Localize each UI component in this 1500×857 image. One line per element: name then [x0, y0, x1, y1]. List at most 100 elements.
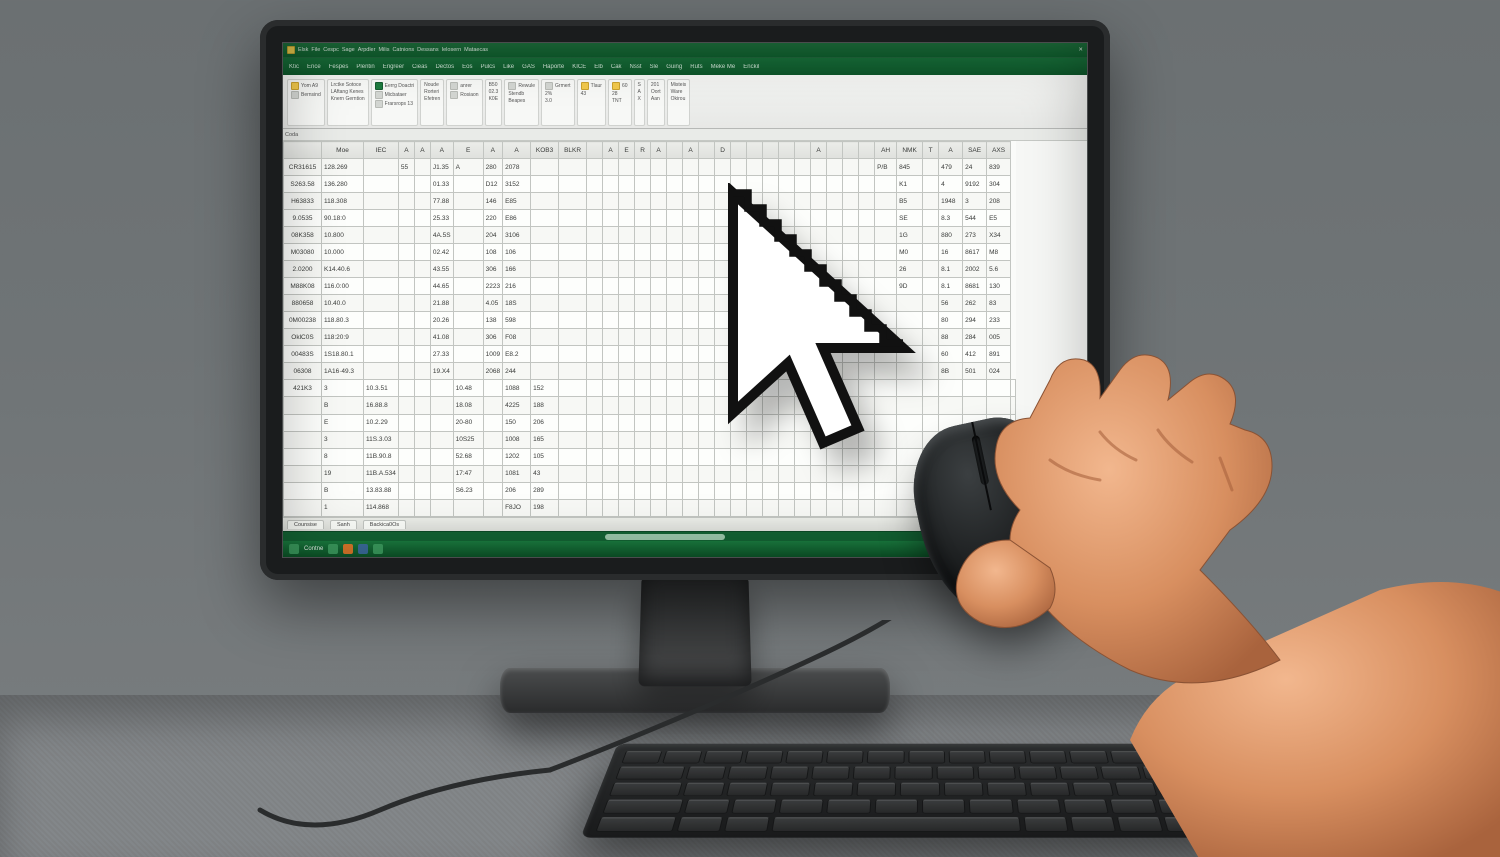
cell[interactable]: E85 — [503, 193, 531, 210]
row-header[interactable] — [284, 499, 322, 516]
cell[interactable] — [827, 295, 843, 312]
cell[interactable] — [923, 159, 939, 176]
cell[interactable] — [430, 448, 453, 465]
cell[interactable] — [619, 261, 635, 278]
cell[interactable] — [859, 227, 875, 244]
cell[interactable]: 17:47 — [453, 465, 483, 482]
cell[interactable] — [414, 193, 430, 210]
cell[interactable] — [859, 329, 875, 346]
cell[interactable] — [559, 363, 587, 380]
cell[interactable]: 5.6 — [987, 261, 1011, 278]
cell[interactable]: 880 — [939, 227, 963, 244]
cell[interactable] — [398, 312, 414, 329]
cell[interactable] — [747, 329, 763, 346]
cell[interactable]: 43 — [531, 465, 559, 482]
cell[interactable]: 8617 — [963, 244, 987, 261]
cell[interactable] — [811, 499, 827, 516]
table-row[interactable]: H63833118.30877.88146E85B519483208 — [284, 193, 1016, 210]
cell[interactable] — [779, 295, 795, 312]
cell[interactable] — [683, 431, 699, 448]
cell[interactable]: 412 — [963, 346, 987, 363]
cell[interactable] — [635, 397, 651, 414]
cell[interactable] — [619, 363, 635, 380]
title-item[interactable]: Ielosern — [442, 47, 462, 53]
cell[interactable] — [619, 346, 635, 363]
cell[interactable]: 8 — [322, 448, 364, 465]
column-header[interactable] — [795, 142, 811, 159]
cell[interactable] — [603, 261, 619, 278]
cell[interactable] — [779, 210, 795, 227]
cell[interactable] — [619, 176, 635, 193]
cell[interactable] — [859, 261, 875, 278]
cell[interactable] — [897, 431, 923, 448]
cell[interactable] — [651, 482, 667, 499]
cell[interactable]: 273 — [963, 227, 987, 244]
cell[interactable] — [875, 431, 897, 448]
cell[interactable]: 114.868 — [364, 499, 399, 516]
cell[interactable]: 2078 — [503, 159, 531, 176]
cell[interactable] — [559, 465, 587, 482]
table-row[interactable]: 0M00238118.80.320.2613859880294233 — [284, 312, 1016, 329]
cell[interactable] — [667, 346, 683, 363]
cell[interactable] — [923, 414, 939, 431]
taskbar-label[interactable]: Contne — [304, 546, 323, 552]
cell[interactable] — [619, 380, 635, 397]
cell[interactable] — [811, 380, 827, 397]
cell[interactable] — [699, 210, 715, 227]
cell[interactable] — [715, 278, 731, 295]
cell[interactable] — [827, 312, 843, 329]
cell[interactable] — [619, 448, 635, 465]
column-header[interactable]: BLKR — [559, 142, 587, 159]
cell[interactable] — [453, 363, 483, 380]
cell[interactable] — [651, 278, 667, 295]
cell[interactable] — [453, 278, 483, 295]
cell[interactable] — [795, 465, 811, 482]
cell[interactable] — [587, 346, 603, 363]
cell[interactable]: 152 — [531, 380, 559, 397]
window-close-icon[interactable]: ✕ — [1078, 47, 1083, 53]
title-item[interactable]: Mataecas — [464, 47, 488, 53]
cell[interactable] — [779, 448, 795, 465]
cell[interactable] — [923, 261, 939, 278]
cell[interactable] — [587, 499, 603, 516]
cell[interactable] — [364, 176, 399, 193]
cell[interactable]: 4 — [939, 176, 963, 193]
row-header[interactable] — [284, 397, 322, 414]
cell[interactable] — [398, 448, 414, 465]
cell[interactable] — [603, 499, 619, 516]
cell[interactable] — [453, 244, 483, 261]
cell[interactable] — [364, 346, 399, 363]
cell[interactable] — [859, 244, 875, 261]
cell[interactable] — [963, 380, 987, 397]
cell[interactable] — [414, 295, 430, 312]
cell[interactable] — [683, 176, 699, 193]
cell[interactable] — [414, 312, 430, 329]
cell[interactable]: 3106 — [503, 227, 531, 244]
cell[interactable]: B — [322, 482, 364, 499]
column-header[interactable]: A — [603, 142, 619, 159]
table-row[interactable]: E10.2.2920-80150206 — [284, 414, 1016, 431]
start-icon[interactable] — [289, 544, 299, 554]
cell[interactable]: 306 — [483, 329, 502, 346]
cell[interactable] — [430, 380, 453, 397]
cell[interactable] — [531, 227, 559, 244]
cell[interactable]: E8.2 — [503, 346, 531, 363]
cell[interactable] — [779, 482, 795, 499]
cell[interactable]: 188 — [531, 397, 559, 414]
cell[interactable] — [827, 346, 843, 363]
cell[interactable] — [875, 176, 897, 193]
cell[interactable] — [559, 397, 587, 414]
title-item[interactable]: Cespc — [323, 47, 339, 53]
ribbon-icon[interactable] — [450, 82, 458, 90]
cell[interactable] — [364, 193, 399, 210]
cell[interactable] — [731, 465, 747, 482]
cell[interactable] — [635, 312, 651, 329]
cell[interactable] — [559, 346, 587, 363]
cell[interactable] — [923, 397, 939, 414]
cell[interactable] — [811, 414, 827, 431]
cell[interactable]: 8B — [939, 363, 963, 380]
cell[interactable]: 8.1 — [939, 261, 963, 278]
cell[interactable]: 304 — [987, 176, 1011, 193]
menu-item[interactable]: Enckil — [743, 64, 759, 70]
column-header[interactable]: A — [483, 142, 502, 159]
